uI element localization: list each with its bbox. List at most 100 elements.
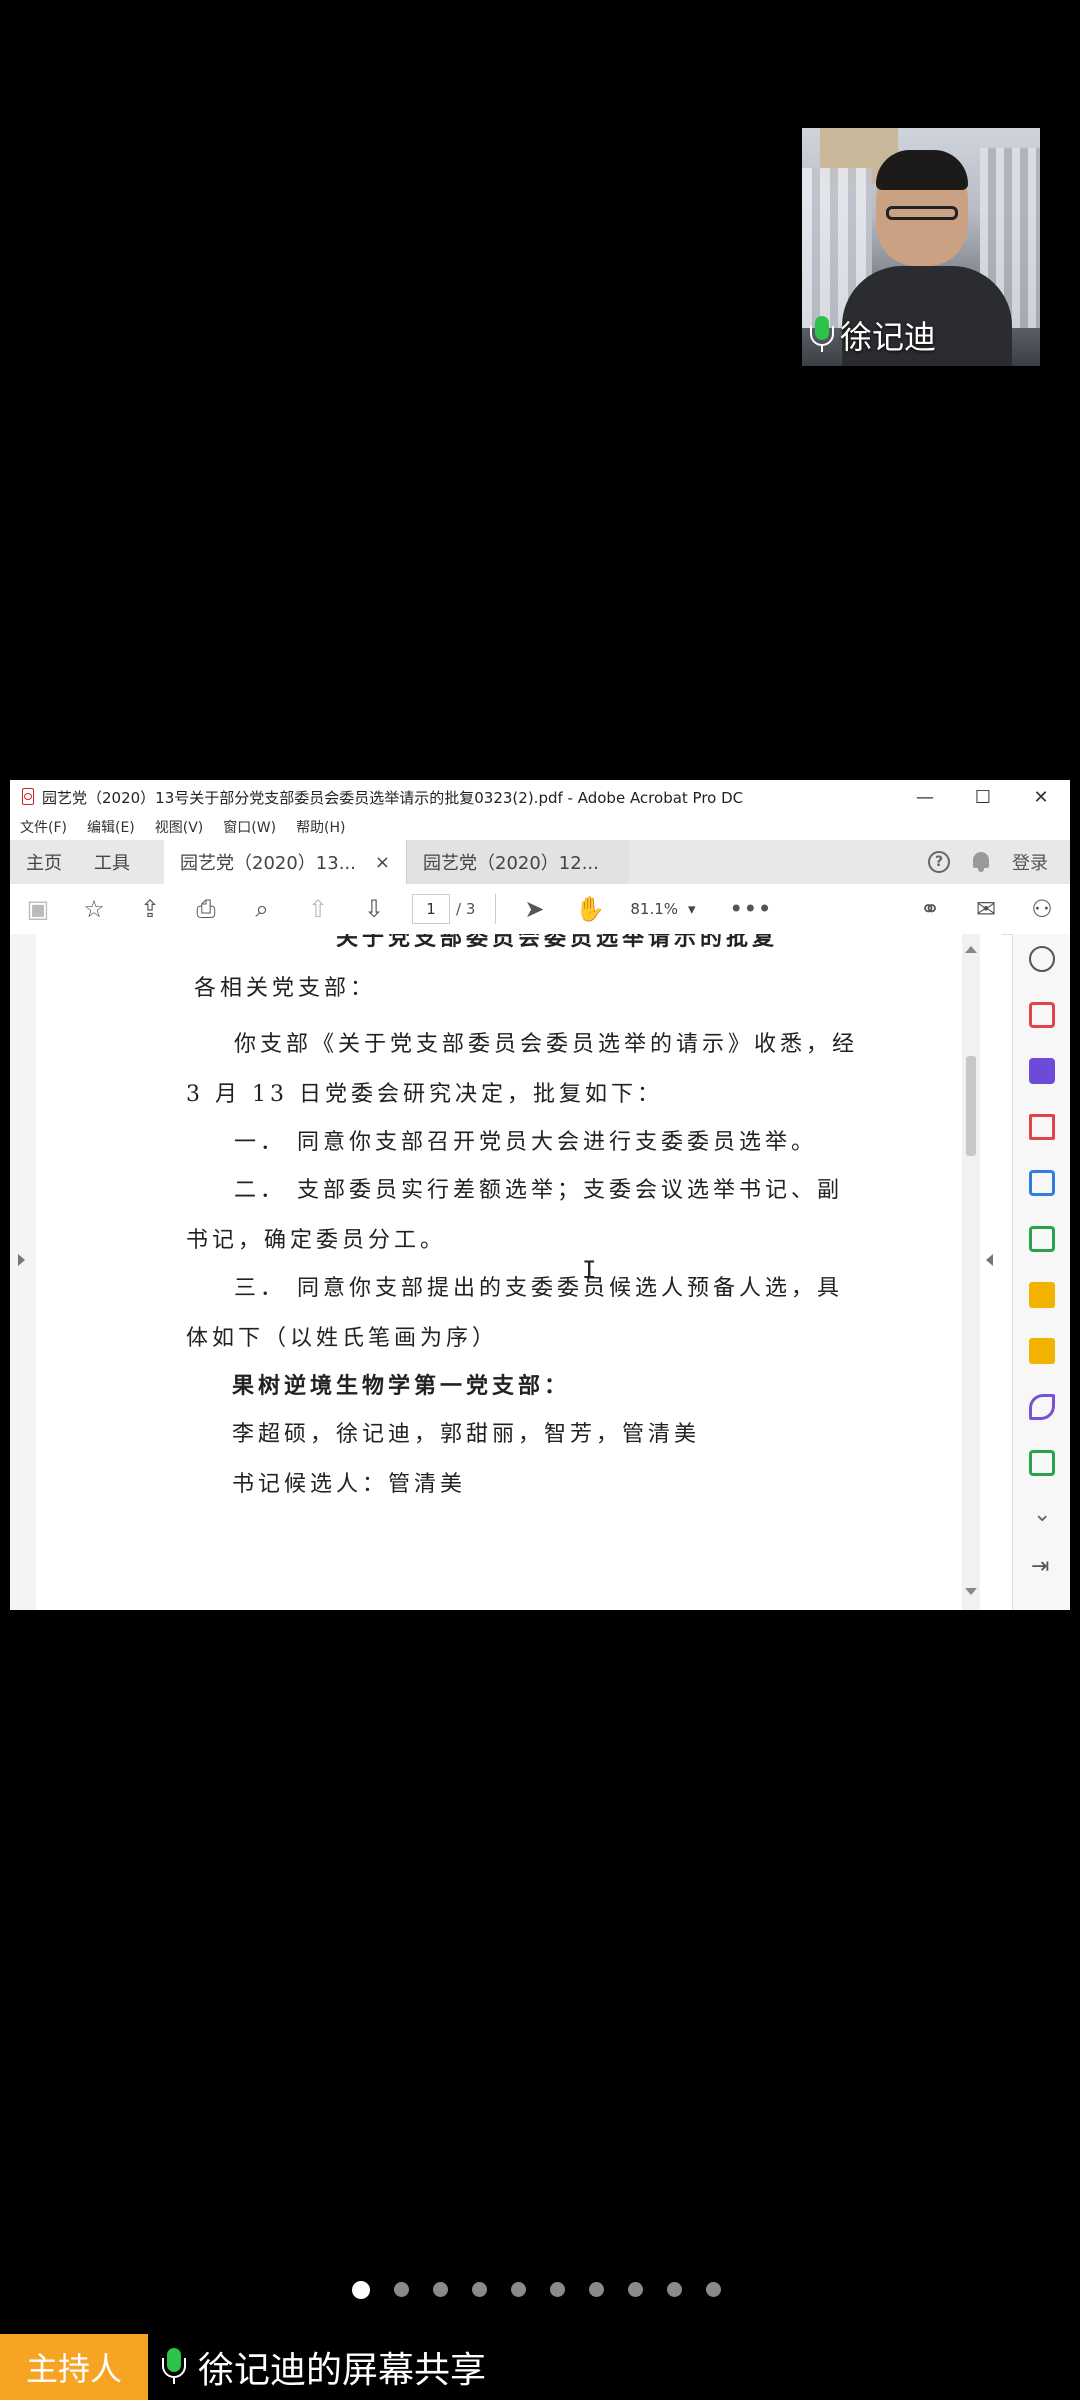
host-badge: 主持人 (0, 2334, 148, 2400)
fill-sign-icon[interactable] (1029, 1282, 1055, 1308)
save-icon[interactable]: ▣ (10, 884, 66, 934)
scrollbar-thumb[interactable] (966, 1056, 976, 1156)
tab-bar: 主页 工具 园艺党（2020）13... × 园艺党（2020）12... ? … (10, 840, 1070, 884)
screen-share-label-row: 徐记迪的屏幕共享 (162, 2334, 486, 2400)
microphone-active-icon (810, 316, 834, 354)
scroll-up-icon[interactable] (965, 946, 977, 953)
compress-pdf-icon[interactable] (1029, 1226, 1055, 1252)
next-page-icon[interactable]: ⇩ (346, 884, 402, 934)
doc-line-salutation: 各相关党支部： (194, 976, 377, 1001)
tools-rail: ⌄ ⇥ (1012, 934, 1070, 1610)
page-dot[interactable] (667, 2282, 682, 2297)
tabbar-right-actions: ? 登录 (928, 849, 1070, 875)
pdf-file-icon (20, 788, 36, 806)
expand-left-icon (18, 1254, 25, 1266)
doc-line: 二． 支部委员实行差额选举；支委会议选举书记、副 (234, 1178, 843, 1203)
page-dot[interactable] (550, 2282, 565, 2297)
scroll-down-icon[interactable] (965, 1588, 977, 1595)
signature-icon[interactable] (1029, 1394, 1055, 1420)
tab-document-1-label: 园艺党（2020）13... (180, 853, 356, 874)
right-panel-toggle[interactable] (980, 934, 1002, 1610)
page-dot[interactable] (589, 2282, 604, 2297)
toolbar-divider (495, 894, 497, 924)
cloud-upload-icon[interactable]: ⇪ (122, 884, 178, 934)
share-link-icon[interactable]: ⚭ (902, 884, 958, 934)
page-dot[interactable] (433, 2282, 448, 2297)
tab-document-2[interactable]: 园艺党（2020）12... (406, 840, 629, 884)
select-cursor-icon[interactable]: ➤ (506, 884, 562, 934)
vertical-scrollbar[interactable] (962, 934, 980, 1610)
organize-pages-icon[interactable] (1029, 1114, 1055, 1140)
doc-line-secretary: 书记候选人：管清美 (232, 1472, 467, 1497)
print-production-icon[interactable] (1029, 1450, 1055, 1476)
doc-line: 一． 同意你支部召开党员大会进行支委委员选举。 (234, 1130, 817, 1155)
page-dot[interactable] (511, 2282, 526, 2297)
zoom-value: 81.1% (630, 900, 679, 918)
tab-document-1[interactable]: 园艺党（2020）13... × (164, 840, 406, 884)
doc-line-members: 李超硕，徐记迪，郭甜丽，智芳，管清美 (232, 1422, 701, 1447)
screen-share-label: 徐记迪的屏幕共享 (198, 2350, 487, 2391)
current-page-input[interactable]: 1 (412, 894, 450, 924)
window-title: 园艺党（2020）13号关于部分党支部委员会委员选举请示的批复0323(2).p… (42, 788, 744, 807)
doc-line: 三． 同意你支部提出的支委委员候选人预备人选，具 (234, 1276, 843, 1301)
tab-home[interactable]: 主页 (10, 840, 78, 884)
participant-name: 徐记迪 (840, 318, 937, 356)
collapse-panel-icon[interactable]: ⇥ (1031, 1554, 1049, 1579)
print-icon[interactable]: ⎙ (178, 884, 234, 934)
tab-tools[interactable]: 工具 (78, 840, 146, 884)
page-navigator: 1 / 3 (412, 894, 475, 924)
menu-edit[interactable]: 编辑(E) (87, 817, 135, 837)
participant-glasses (886, 206, 958, 220)
notification-bell-icon[interactable] (972, 852, 990, 872)
participant-hair (876, 150, 968, 190)
export-pdf-icon[interactable] (1029, 1058, 1055, 1084)
participant-video-tile[interactable]: 徐记迪 (802, 128, 1040, 366)
text-cursor-icon: I (582, 1256, 597, 1284)
total-pages: / 3 (456, 900, 476, 918)
document-heading-partial: 关于党支部委员会委员选举请示的批复 (336, 934, 779, 951)
zoom-in-tool-icon[interactable] (1029, 946, 1055, 972)
more-tools-icon[interactable]: ••• (722, 884, 778, 934)
shared-screen-window[interactable]: 园艺党（2020）13号关于部分党支部委员会委员选举请示的批复0323(2).p… (10, 780, 1070, 1610)
email-icon[interactable]: ✉ (958, 884, 1014, 934)
collapse-right-icon (986, 1254, 993, 1266)
menu-file[interactable]: 文件(F) (20, 817, 67, 837)
doc-line: 3 月 13 日党委会研究决定，批复如下： (186, 1082, 663, 1107)
menu-view[interactable]: 视图(V) (155, 817, 204, 837)
page-dot[interactable] (394, 2282, 409, 2297)
menu-bar: 文件(F) 编辑(E) 视图(V) 窗口(W) 帮助(H) (10, 814, 1070, 840)
maximize-button[interactable]: ☐ (954, 780, 1012, 814)
minimize-button[interactable]: — (896, 780, 954, 814)
toolbar: ▣ ☆ ⇪ ⎙ ⌕ ⇧ ⇩ 1 / 3 ➤ ✋ 81.1% ▾ ••• ⚭ ✉ … (10, 884, 1070, 935)
previous-page-icon[interactable]: ⇧ (290, 884, 346, 934)
close-window-button[interactable]: ✕ (1012, 780, 1070, 814)
doc-line-branch-name: 果树逆境生物学第一党支部： (232, 1373, 571, 1399)
chevron-down-icon: ▾ (688, 900, 696, 918)
add-user-icon[interactable]: ⚇ (1014, 884, 1070, 934)
doc-line: 书记，确定委员分工。 (186, 1228, 447, 1253)
zoom-search-icon[interactable]: ⌕ (234, 884, 290, 934)
zoom-dropdown[interactable]: 81.1% ▾ (630, 900, 710, 918)
page-dot[interactable] (706, 2282, 721, 2297)
login-button[interactable]: 登录 (1012, 849, 1048, 875)
document-page[interactable]: 关于党支部委员会委员选举请示的批复 各相关党支部： 你支部《关于党支部委员会委员… (36, 934, 972, 1610)
page-indicator (352, 2281, 721, 2299)
edit-pdf-icon[interactable] (1029, 1170, 1055, 1196)
chevron-down-icon[interactable]: ⌄ (1033, 1502, 1051, 1527)
microphone-active-icon (162, 2348, 186, 2386)
page-dot[interactable] (472, 2282, 487, 2297)
close-tab-icon[interactable]: × (375, 852, 390, 873)
left-panel-toggle[interactable] (10, 934, 36, 1610)
comment-icon[interactable] (1029, 1338, 1055, 1364)
page-dot[interactable] (628, 2282, 643, 2297)
bookmark-star-icon[interactable]: ☆ (66, 884, 122, 934)
window-titlebar: 园艺党（2020）13号关于部分党支部委员会委员选举请示的批复0323(2).p… (10, 780, 1070, 814)
hand-tool-icon[interactable]: ✋ (562, 884, 618, 934)
participant-name-row: 徐记迪 (810, 312, 936, 358)
doc-line: 体如下（以姓氏笔画为序） (186, 1326, 499, 1351)
help-icon[interactable]: ? (928, 851, 950, 873)
create-pdf-icon[interactable] (1029, 1002, 1055, 1028)
menu-window[interactable]: 窗口(W) (223, 817, 276, 837)
menu-help[interactable]: 帮助(H) (296, 817, 345, 837)
page-dot-active[interactable] (352, 2281, 370, 2299)
